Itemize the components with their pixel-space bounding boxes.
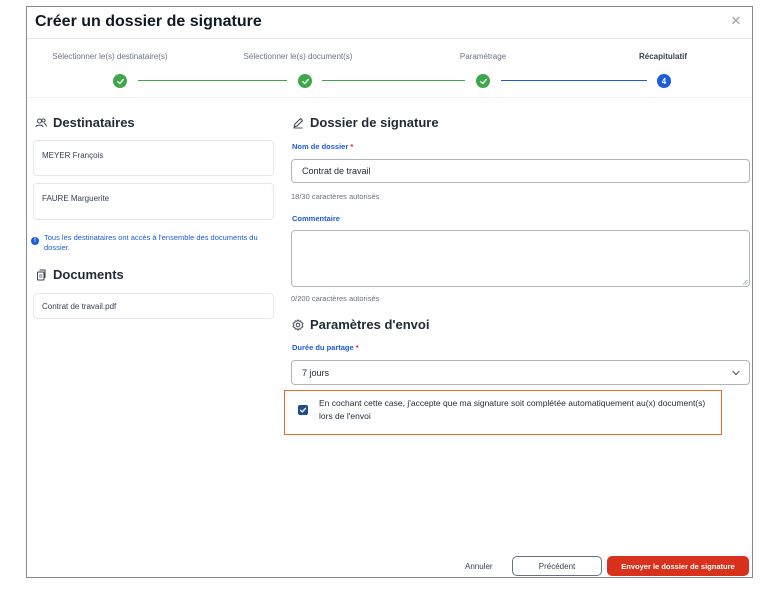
comment-label: Commentaire [292,214,340,223]
step-label-recipients: Sélectionner le(s) destinataire(s) [52,52,168,61]
document-card[interactable]: Contrat de travail.pdf [33,293,274,319]
duration-select[interactable]: 7 jours [291,360,750,385]
step-connector-3 [501,80,647,81]
recipients-info-text: Tous les destinataires ont accès à l'ens… [44,233,258,252]
close-icon[interactable]: ✕ [730,14,742,27]
users-icon [35,117,47,129]
submit-button[interactable]: Envoyer le dossier de signature [607,556,749,576]
step-3-check-icon[interactable] [476,74,490,88]
recipients-title: Destinataires [53,115,135,130]
check-icon [299,407,307,413]
recipients-section-title: Destinataires [35,115,135,130]
step-2-check-icon[interactable] [298,74,312,88]
step-label-settings: Paramétrage [459,52,507,61]
folder-name-input[interactable]: Contrat de travail [291,159,750,183]
step-4-current[interactable]: 4 [657,74,671,88]
chevron-down-icon [732,370,740,376]
folder-name-helper: 18/30 caractères autorisés [291,192,380,201]
folder-title: Dossier de signature [310,115,439,130]
recipients-info: ! Tous les destinataires ont accès à l'e… [31,233,271,253]
comment-textarea[interactable] [291,230,750,287]
duration-value: 7 jours [302,367,330,378]
step-label-summary: Récapitulatif [638,52,688,61]
cancel-button[interactable]: Annuler [465,562,493,571]
folder-name-label: Nom de dossier * [292,142,354,151]
documents-section-title: Documents [35,267,124,282]
step-1-check-icon[interactable] [113,74,127,88]
recipient-card[interactable]: FAURE Marguerite [33,183,274,220]
folder-section-title: Dossier de signature [292,115,439,130]
resize-handle-icon[interactable] [742,279,748,285]
consent-text: En cochant cette case, j'accepte que ma … [319,398,706,421]
modal-header: Créer un dossier de signature ✕ [27,7,752,39]
stepper: Sélectionner le(s) destinataire(s) Sélec… [27,40,752,98]
pen-icon [292,117,304,129]
folder-name-value: Contrat de travail [302,166,371,176]
signature-folder-modal: Créer un dossier de signature ✕ Sélectio… [26,6,753,578]
previous-button[interactable]: Précédent [512,556,602,576]
step-label-documents: Sélectionner le(s) document(s) [243,52,353,61]
comment-helper: 0/200 caractères autorisés [291,294,380,303]
info-icon: ! [31,237,39,245]
documents-title: Documents [53,267,124,282]
duration-label: Durée du partage * [292,343,359,352]
recipient-card[interactable]: MEYER François [33,140,274,176]
step-connector-1 [138,80,287,81]
sending-section-title: Paramètres d'envoi [292,317,429,332]
gear-icon [292,318,304,331]
sending-title: Paramètres d'envoi [310,317,430,332]
documents-icon [35,269,47,281]
consent-box: En cochant cette case, j'accepte que ma … [284,390,722,435]
modal-title: Créer un dossier de signature [35,13,262,30]
step-connector-2 [322,80,465,81]
document-name: Contrat de travail.pdf [42,302,117,311]
recipient-name: FAURE Marguerite [42,194,110,203]
recipient-name: MEYER François [42,151,104,160]
consent-checkbox[interactable] [298,405,308,415]
